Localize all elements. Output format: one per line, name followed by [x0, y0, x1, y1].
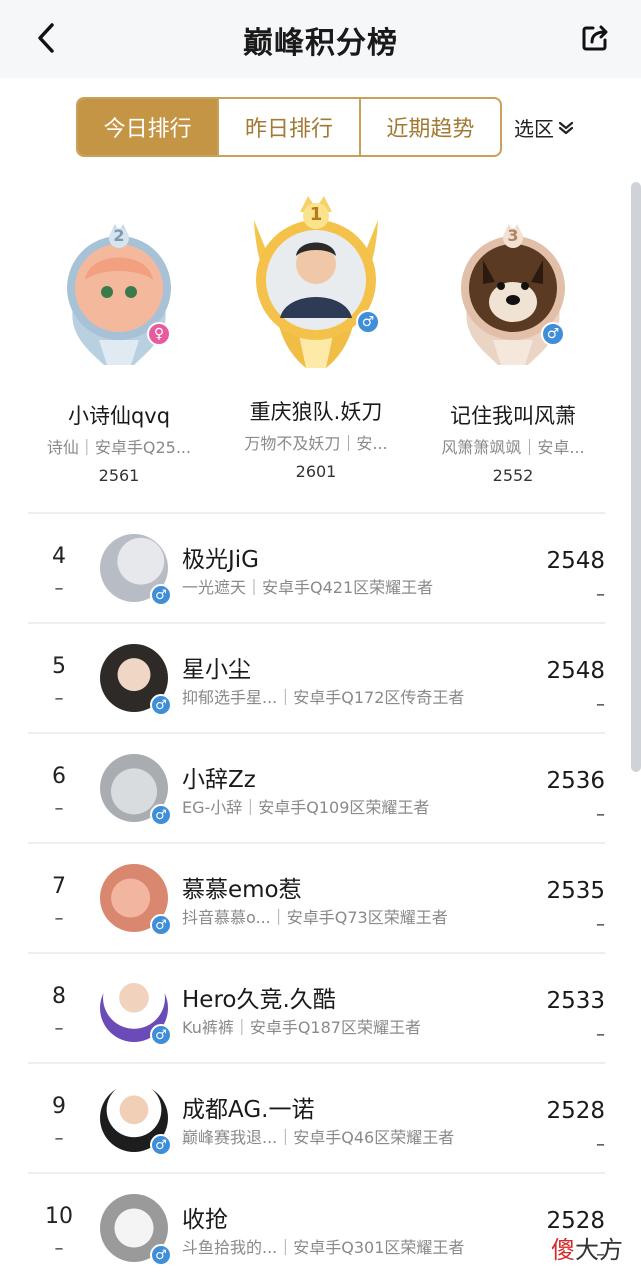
share-icon — [582, 25, 608, 51]
region-filter-label: 选区 — [514, 117, 554, 141]
player-sub: 巅峰赛我退...｜安卓手Q46区荣耀王者 — [182, 1128, 455, 1147]
rank-number: 7 — [52, 874, 66, 899]
player-score: 2552 — [492, 466, 534, 485]
list-item[interactable]: 7 – ♂ 慕慕emo惹 抖音慕慕o...｜安卓手Q73区荣耀王者 2535 – — [28, 842, 605, 952]
player-score: 2535 — [546, 878, 605, 904]
player-sub: 抖音慕慕o...｜安卓手Q73区荣耀王者 — [182, 908, 448, 927]
list-item[interactable]: 5 – ♂ 星小尘 抑郁选手星...｜安卓手Q172区传奇王者 2548 – — [28, 622, 605, 732]
player-sub: 斗鱼拾我的...｜安卓手Q301区荣耀王者 — [182, 1238, 465, 1257]
rank-trend: – — [54, 908, 64, 929]
scrollbar[interactable] — [631, 182, 641, 772]
player-sub: 风箫箫飒飒｜安卓... — [441, 438, 585, 457]
player-score: 2601 — [295, 462, 337, 481]
score-trend: – — [596, 914, 605, 935]
tab-today[interactable]: 今日排行 — [78, 99, 220, 155]
bronze-frame: 3 ♂ — [443, 220, 583, 370]
score-trend: – — [596, 1134, 605, 1155]
gender-male-icon: ♂ — [150, 1244, 172, 1266]
rank-trend: – — [54, 1238, 64, 1259]
player-sub: 一光遮天｜安卓手Q421区荣耀王者 — [182, 578, 434, 597]
rank-badge: 2 — [113, 226, 125, 245]
score-trend: – — [596, 804, 605, 825]
gender-male-icon: ♂ — [150, 694, 172, 716]
silver-frame: 2 ♀ — [49, 220, 189, 370]
gender-male-icon: ♂ — [541, 322, 565, 346]
score-trend: – — [596, 584, 605, 605]
player-sub: 抑郁选手星...｜安卓手Q172区传奇王者 — [182, 688, 465, 707]
player-sub: 万物不及妖刀｜安... — [244, 434, 388, 453]
player-sub: Ku裤裤｜安卓手Q187区荣耀王者 — [182, 1018, 421, 1037]
player-name: 小诗仙qvq — [67, 404, 171, 428]
list-item[interactable]: 6 – ♂ 小辞Zz EG-小辞｜安卓手Q109区荣耀王者 2536 – — [28, 732, 605, 842]
page-title: 巅峰积分榜 — [243, 26, 398, 61]
region-filter[interactable]: 选区 — [514, 113, 574, 142]
score-trend: – — [596, 694, 605, 715]
player-score: 2561 — [98, 466, 140, 485]
rank-number: 4 — [52, 544, 66, 569]
player-sub: EG-小辞｜安卓手Q109区荣耀王者 — [182, 798, 430, 817]
rank-badge: 1 — [309, 204, 323, 225]
rank-trend: – — [54, 798, 64, 819]
rank-badge: 3 — [507, 226, 519, 245]
gender-male-icon: ♂ — [150, 804, 172, 826]
player-sub: 诗仙｜安卓手Q25... — [46, 438, 192, 457]
watermark-rest: 大方 — [575, 1236, 623, 1264]
player-name: 重庆狼队.妖刀 — [249, 400, 383, 424]
watermark: 傻大方 — [551, 1230, 623, 1265]
top-bar: 巅峰积分榜 — [0, 0, 641, 78]
rank-trend: – — [54, 688, 64, 709]
player-name: Hero久竞.久酷 — [182, 987, 336, 1013]
player-name: 星小尘 — [182, 657, 251, 683]
rank-number: 5 — [52, 654, 66, 679]
ranking-list: 4 – ♂ 极光JiG 一光遮天｜安卓手Q421区荣耀王者 2548 – 5 –… — [28, 512, 605, 1282]
rank-number: 6 — [52, 764, 66, 789]
list-item[interactable]: 9 – ♂ 成都AG.一诺 巅峰赛我退...｜安卓手Q46区荣耀王者 2528 … — [28, 1062, 605, 1172]
rank-number: 10 — [45, 1204, 73, 1229]
watermark-first: 傻 — [551, 1236, 575, 1264]
player-score: 2533 — [546, 988, 605, 1014]
podium-rank-1[interactable]: 1 ♂ 重庆狼队.妖刀 万物不及妖刀｜安... 2601 — [211, 190, 421, 481]
list-item[interactable]: 8 – ♂ Hero久竞.久酷 Ku裤裤｜安卓手Q187区荣耀王者 2533 – — [28, 952, 605, 1062]
podium-rank-3[interactable]: 3 ♂ 记住我叫风萧 风箫箫飒飒｜安卓... 2552 — [408, 190, 618, 485]
player-name: 记住我叫风萧 — [450, 404, 576, 428]
player-score: 2536 — [546, 768, 605, 794]
player-name: 收抢 — [182, 1207, 228, 1233]
ranking-tabs: 今日排行 昨日排行 近期趋势 — [76, 97, 502, 157]
share-button[interactable] — [577, 20, 613, 56]
gender-female-icon: ♀ — [147, 322, 171, 346]
gender-male-icon: ♂ — [150, 914, 172, 936]
podium-rank-2[interactable]: 2 ♀ 小诗仙qvq 诗仙｜安卓手Q25... 2561 — [14, 190, 224, 485]
rank-number: 9 — [52, 1094, 66, 1119]
tab-recent-trend[interactable]: 近期趋势 — [361, 99, 500, 155]
list-item[interactable]: 4 – ♂ 极光JiG 一光遮天｜安卓手Q421区荣耀王者 2548 – — [28, 512, 605, 622]
gold-frame: 1 ♂ — [236, 190, 396, 370]
gender-male-icon: ♂ — [150, 1024, 172, 1046]
player-name: 极光JiG — [182, 547, 259, 573]
gender-male-icon: ♂ — [150, 584, 172, 606]
player-name: 慕慕emo惹 — [182, 877, 302, 903]
rank-trend: – — [54, 1128, 64, 1149]
rank-number: 8 — [52, 984, 66, 1009]
gender-male-icon: ♂ — [150, 1134, 172, 1156]
tab-yesterday[interactable]: 昨日排行 — [219, 99, 361, 155]
chevron-down-double-icon — [558, 121, 574, 134]
rank-trend: – — [54, 1018, 64, 1039]
player-score: 2548 — [546, 548, 605, 574]
rank-trend: – — [54, 578, 64, 599]
gender-male-icon: ♂ — [356, 310, 380, 334]
score-trend: – — [596, 1024, 605, 1045]
player-score: 2528 — [546, 1098, 605, 1124]
player-name: 小辞Zz — [182, 767, 256, 793]
player-name: 成都AG.一诺 — [182, 1097, 315, 1123]
list-item[interactable]: 10 – ♂ 收抢 斗鱼拾我的...｜安卓手Q301区荣耀王者 2528 – — [28, 1172, 605, 1282]
player-score: 2548 — [546, 658, 605, 684]
